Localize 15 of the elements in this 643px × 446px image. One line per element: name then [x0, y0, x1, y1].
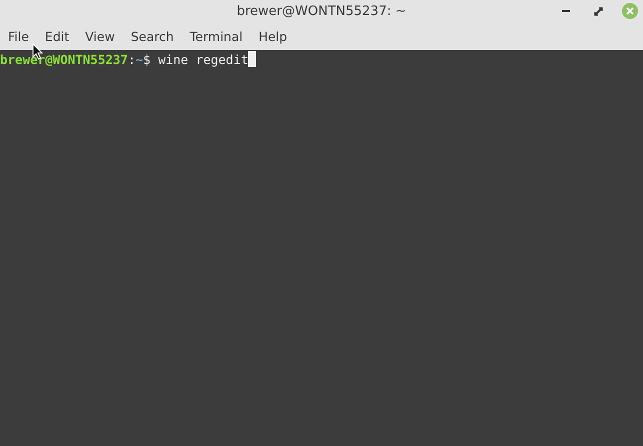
close-icon	[621, 2, 639, 20]
menu-item[interactable]: Help	[250, 24, 296, 48]
menu-item[interactable]: File	[0, 24, 37, 48]
prompt-symbol: $	[143, 52, 151, 66]
prompt-separator: :	[128, 52, 136, 66]
command-text: wine regedit	[158, 52, 248, 66]
prompt-path: ~	[135, 52, 143, 66]
menu-item[interactable]: Edit	[36, 24, 78, 48]
window-title: brewer@WONTN55237: ~	[236, 4, 406, 18]
menu-item[interactable]: Terminal	[182, 24, 251, 48]
restore-icon	[594, 6, 602, 16]
minimize-icon	[562, 10, 570, 12]
prompt-user-host: brewer@WONTN55237	[0, 52, 128, 66]
menu-item[interactable]: Search	[122, 24, 182, 48]
menu-item[interactable]: View	[77, 24, 123, 48]
